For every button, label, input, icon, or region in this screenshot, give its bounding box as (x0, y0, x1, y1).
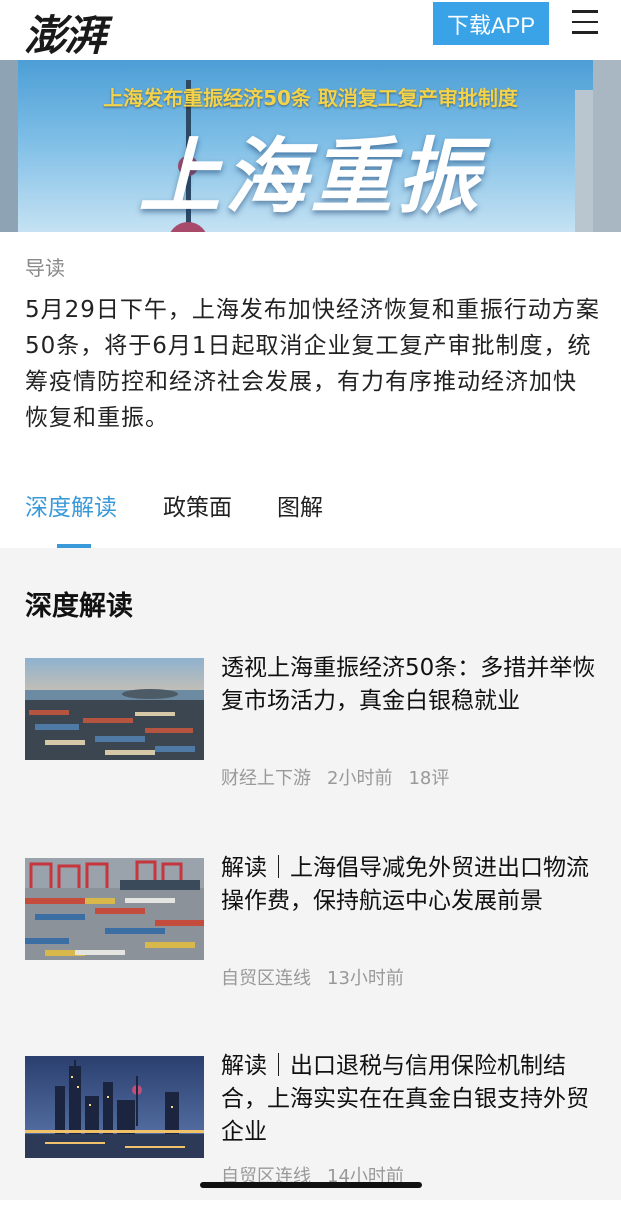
intro-label: 导读 (25, 256, 65, 280)
banner-subtitle: 上海发布重振经济50条 取消复工复产审批制度 (103, 86, 518, 110)
home-indicator (200, 1182, 422, 1188)
site-logo[interactable]: 澎湃 (24, 2, 106, 63)
section-title: 深度解读 (25, 591, 133, 622)
intro-text: 5月29日下午，上海发布加快经济恢复和重振行动方案50条，将于6月1日起取消企业… (25, 297, 600, 431)
article-thumbnail-container-port[interactable] (25, 858, 204, 960)
article-title[interactable]: 透视上海重振经济50条：多措并举恢复市场活力，真金白银稳就业 (221, 652, 596, 718)
article-item[interactable]: 解读｜上海倡导减免外贸进出口物流操作费，保持航运中心发展前景 自贸区连线 13小时… (0, 855, 621, 1008)
article-source[interactable]: 财经上下游 (221, 768, 311, 789)
article-title[interactable]: 解读｜上海倡导减免外贸进出口物流操作费，保持航运中心发展前景 (221, 852, 596, 918)
tab-bar: 深度解读 政策面 图解 (0, 478, 621, 548)
tab-deep-analysis[interactable]: 深度解读 (25, 488, 117, 522)
article-time: 13小时前 (327, 968, 404, 989)
article-thumbnail-night-skyline[interactable] (25, 1056, 204, 1158)
tab-infographic[interactable]: 图解 (277, 488, 323, 522)
article-meta: 财经上下游 2小时前 18评 (221, 764, 465, 790)
article-comments[interactable]: 18评 (408, 768, 449, 789)
article-title[interactable]: 解读｜出口退税与信用保险机制结合，上海实实在在真金白银支持外贸企业 (221, 1050, 596, 1149)
article-thumbnail-port-aerial[interactable] (25, 658, 204, 760)
top-header: 澎湃 下载APP (0, 0, 621, 60)
banner-title: 上海重振 (138, 130, 483, 225)
article-source[interactable]: 自贸区连线 (221, 968, 311, 989)
topic-banner: 上海发布重振经济50条 取消复工复产审批制度 上海重振 (0, 60, 621, 232)
article-meta: 自贸区连线 13小时前 (221, 964, 420, 990)
article-time: 2小时前 (327, 768, 393, 789)
hamburger-menu-icon[interactable] (572, 10, 598, 36)
deep-analysis-section: 深度解读 透视上海重振经济50条：多措并举恢复市场活力，真金白银稳就业 财经上下… (0, 548, 621, 1200)
tab-policy[interactable]: 政策面 (163, 488, 232, 522)
article-item[interactable]: 透视上海重振经济50条：多措并举恢复市场活力，真金白银稳就业 财经上下游 2小时前… (0, 655, 621, 808)
download-app-button[interactable]: 下载APP (433, 2, 549, 45)
